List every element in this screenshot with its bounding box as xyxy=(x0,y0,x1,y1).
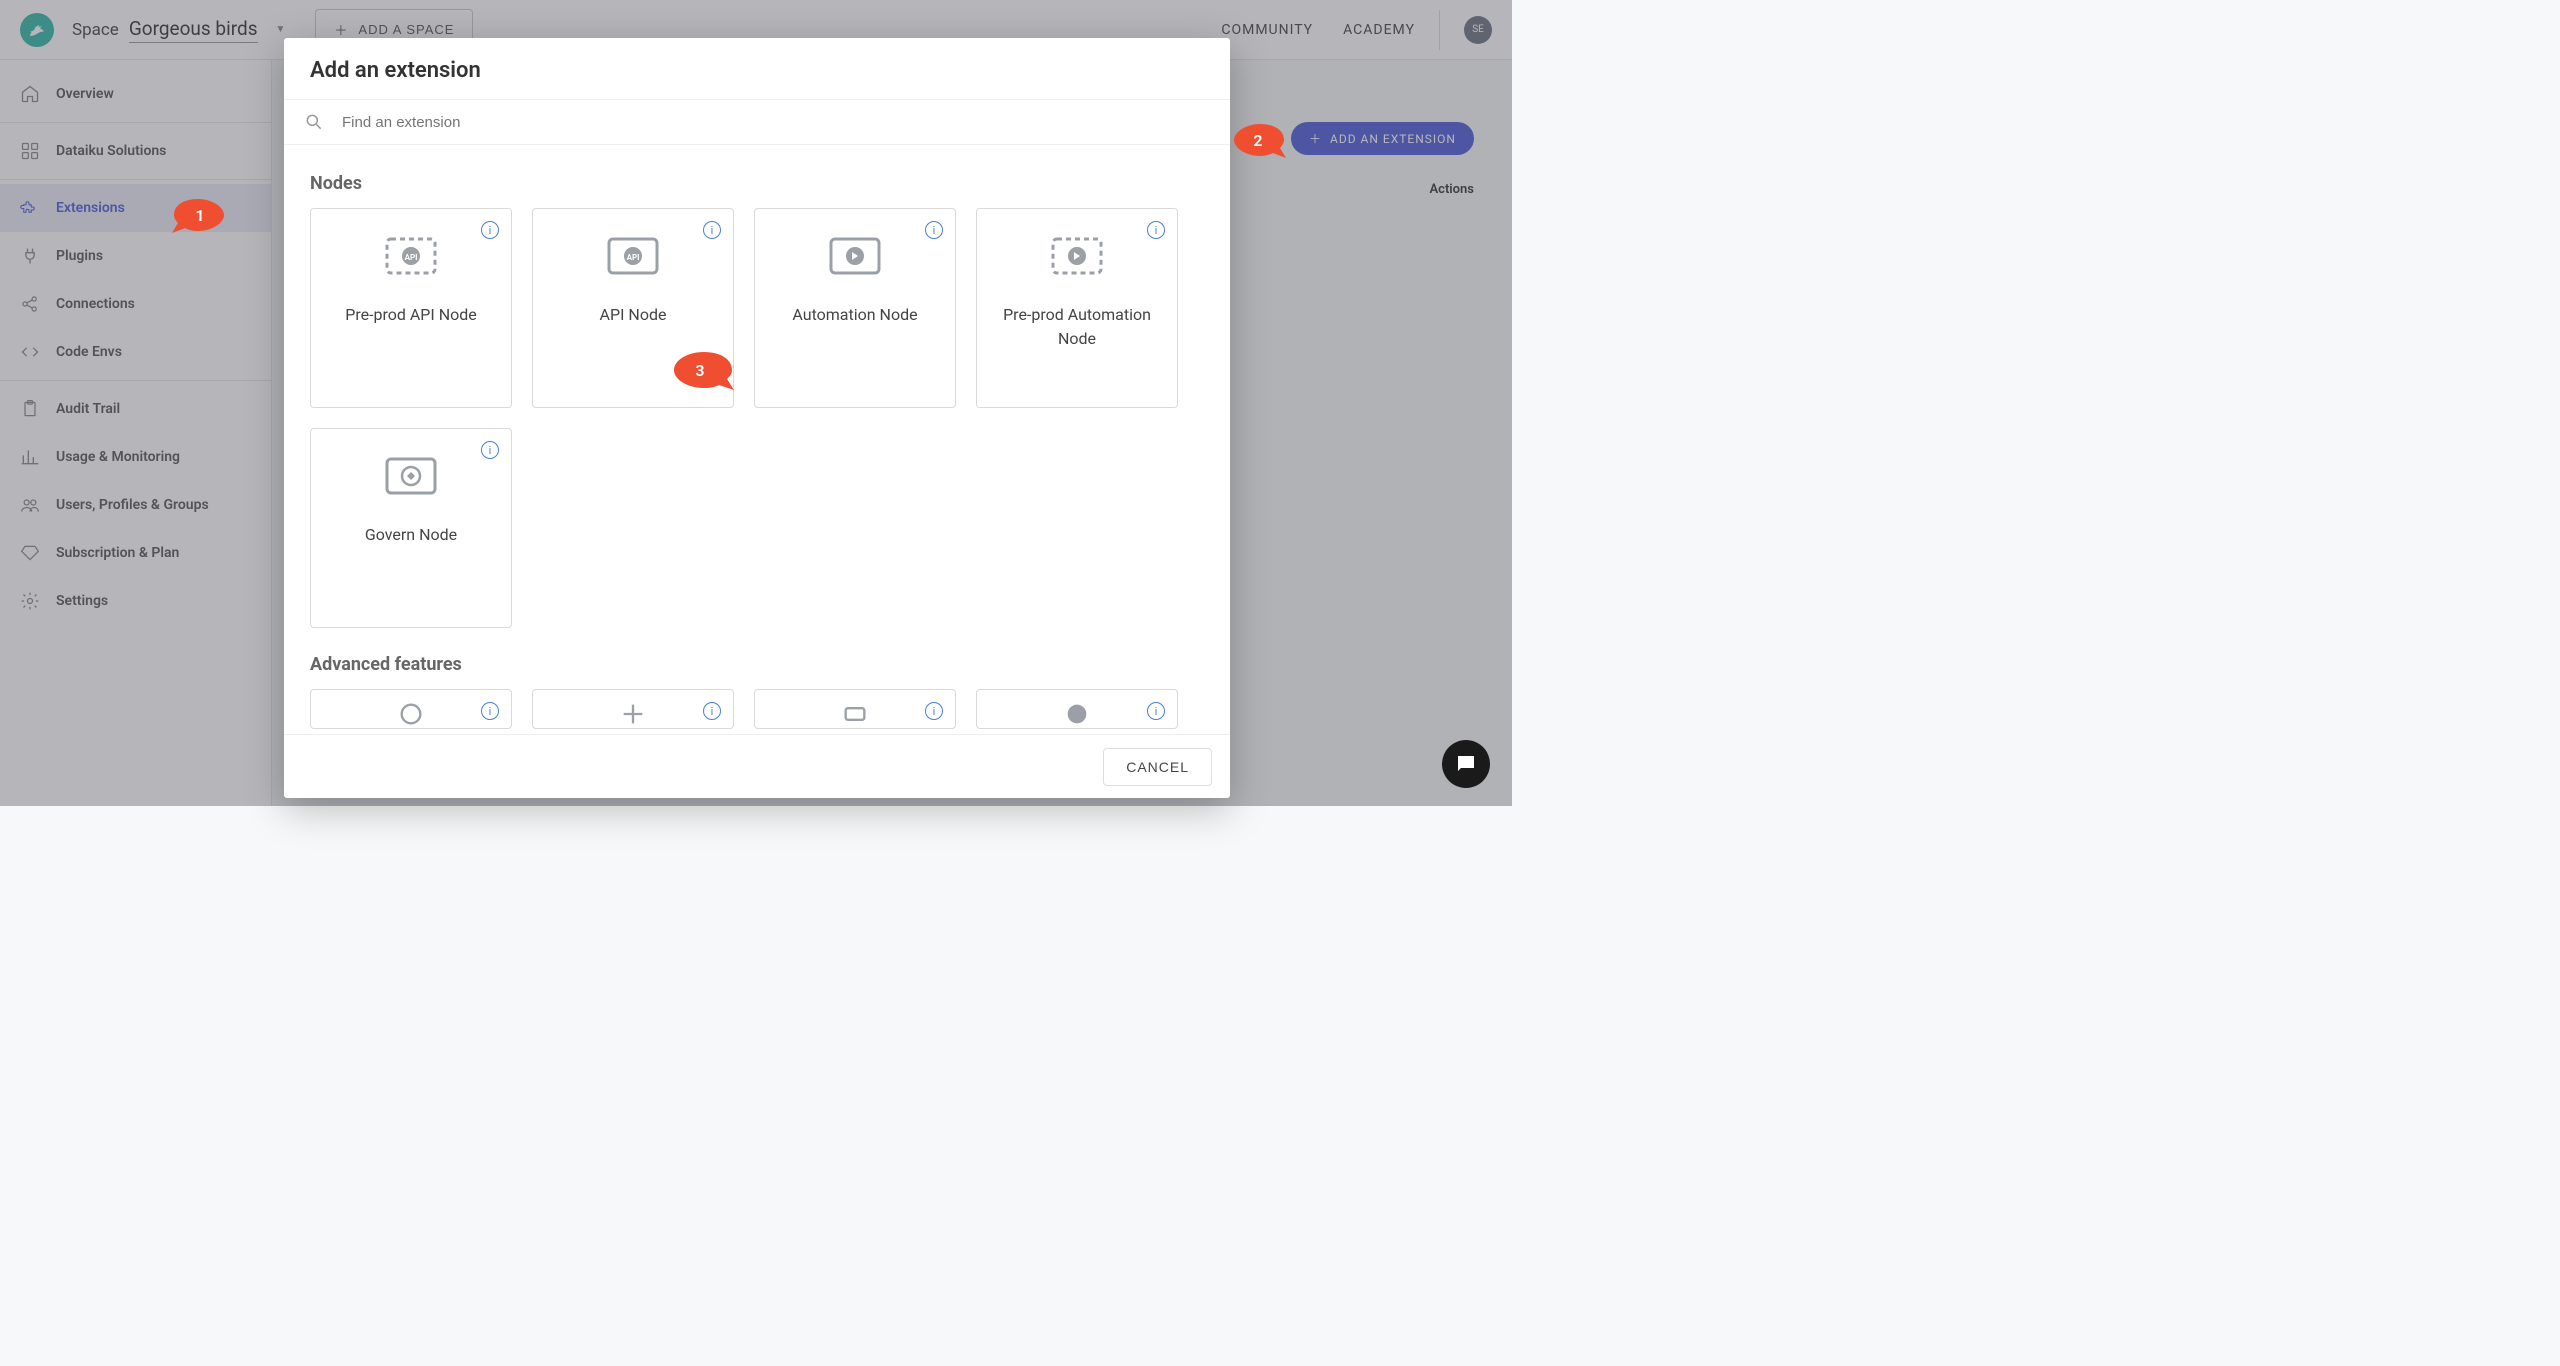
info-icon[interactable]: i xyxy=(481,221,499,239)
info-icon[interactable]: i xyxy=(1147,221,1165,239)
govern-node-icon xyxy=(383,451,439,501)
extension-card-govern[interactable]: i Govern Node xyxy=(310,428,512,628)
annotation-marker-3: 3 xyxy=(664,348,736,392)
extension-card-preprod-api[interactable]: i Pre-prod API Node xyxy=(310,208,512,408)
advanced-section-heading: Advanced features xyxy=(310,654,1204,675)
chat-launcher[interactable] xyxy=(1442,740,1490,788)
feature-icon xyxy=(383,700,439,728)
extension-card-name: Pre-prod Automation Node xyxy=(977,303,1177,351)
info-icon[interactable]: i xyxy=(703,221,721,239)
extension-card-automation[interactable]: i Automation Node xyxy=(754,208,956,408)
search-icon xyxy=(304,112,324,132)
feature-icon xyxy=(605,700,661,728)
add-extension-modal: Add an extension Nodes i Pre-prod API No… xyxy=(284,38,1230,798)
extension-card-advanced[interactable]: i xyxy=(976,689,1178,729)
extension-search-input[interactable] xyxy=(342,114,1210,131)
info-icon[interactable]: i xyxy=(1147,702,1165,720)
extension-card-name: Govern Node xyxy=(347,523,475,547)
annotation-marker-1: 1 xyxy=(170,195,230,235)
annotation-marker-2: 2 xyxy=(1228,120,1288,160)
chat-icon xyxy=(1454,752,1478,776)
modal-footer: CANCEL xyxy=(284,734,1230,798)
info-icon[interactable]: i xyxy=(925,221,943,239)
extension-card-name: Automation Node xyxy=(774,303,935,327)
extension-card-advanced[interactable]: i xyxy=(310,689,512,729)
svg-text:API: API xyxy=(627,253,640,262)
info-icon[interactable]: i xyxy=(703,702,721,720)
info-icon[interactable]: i xyxy=(481,702,499,720)
feature-icon xyxy=(827,700,883,728)
extension-card-name: API Node xyxy=(582,303,685,327)
modal-search-row xyxy=(284,99,1230,145)
extension-card-name: Pre-prod API Node xyxy=(327,303,495,327)
api-node-icon xyxy=(383,231,439,281)
api-node-icon: API xyxy=(605,231,661,281)
automation-node-icon xyxy=(827,231,883,281)
feature-icon xyxy=(1049,700,1105,728)
automation-node-icon xyxy=(1049,231,1105,281)
info-icon[interactable]: i xyxy=(925,702,943,720)
extension-card-preprod-automation[interactable]: i Pre-prod Automation Node xyxy=(976,208,1178,408)
cancel-button[interactable]: CANCEL xyxy=(1103,748,1212,786)
modal-title: Add an extension xyxy=(284,38,1230,99)
info-icon[interactable]: i xyxy=(481,441,499,459)
extension-card-advanced[interactable]: i xyxy=(754,689,956,729)
nodes-section-heading: Nodes xyxy=(310,173,1204,194)
extension-card-advanced[interactable]: i xyxy=(532,689,734,729)
